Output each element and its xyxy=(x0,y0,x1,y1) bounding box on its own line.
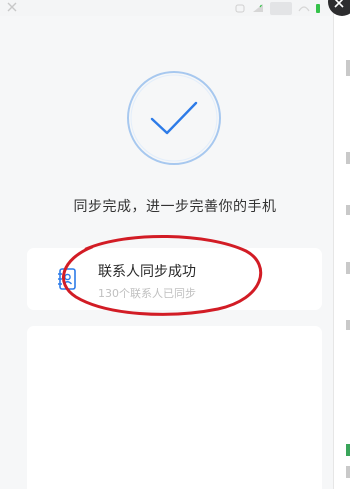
edge-marker xyxy=(346,152,350,164)
edge-marker xyxy=(346,60,350,76)
status-icons xyxy=(234,1,320,15)
wifi-icon xyxy=(270,1,292,15)
edge-marker xyxy=(346,444,350,456)
signal-icon xyxy=(253,4,263,12)
close-icon xyxy=(7,2,17,12)
contacts-sync-card[interactable]: 联系人同步成功 130个联系人已同步 xyxy=(27,248,322,310)
edge-marker xyxy=(346,262,350,274)
battery-icon xyxy=(316,3,320,13)
alarm-icon xyxy=(235,4,245,13)
edge-marker xyxy=(346,320,350,330)
status-bar xyxy=(0,0,330,16)
contacts-book-icon xyxy=(58,268,76,290)
sync-complete-title: 同步完成，进一步完善你的手机 xyxy=(73,199,277,215)
suggestions-card xyxy=(27,326,322,489)
network-icon xyxy=(298,6,310,12)
contacts-sync-title: 联系人同步成功 xyxy=(98,264,196,280)
checkmark-icon xyxy=(127,71,221,165)
edge-marker xyxy=(346,466,350,478)
sync-result-screen: 同步完成，进一步完善你的手机 联系人同步成功 130个联系人已同步 xyxy=(0,0,350,489)
dismiss-button[interactable] xyxy=(328,0,350,16)
close-icon xyxy=(334,0,344,8)
contacts-sync-subtitle: 130个联系人已同步 xyxy=(98,287,196,300)
